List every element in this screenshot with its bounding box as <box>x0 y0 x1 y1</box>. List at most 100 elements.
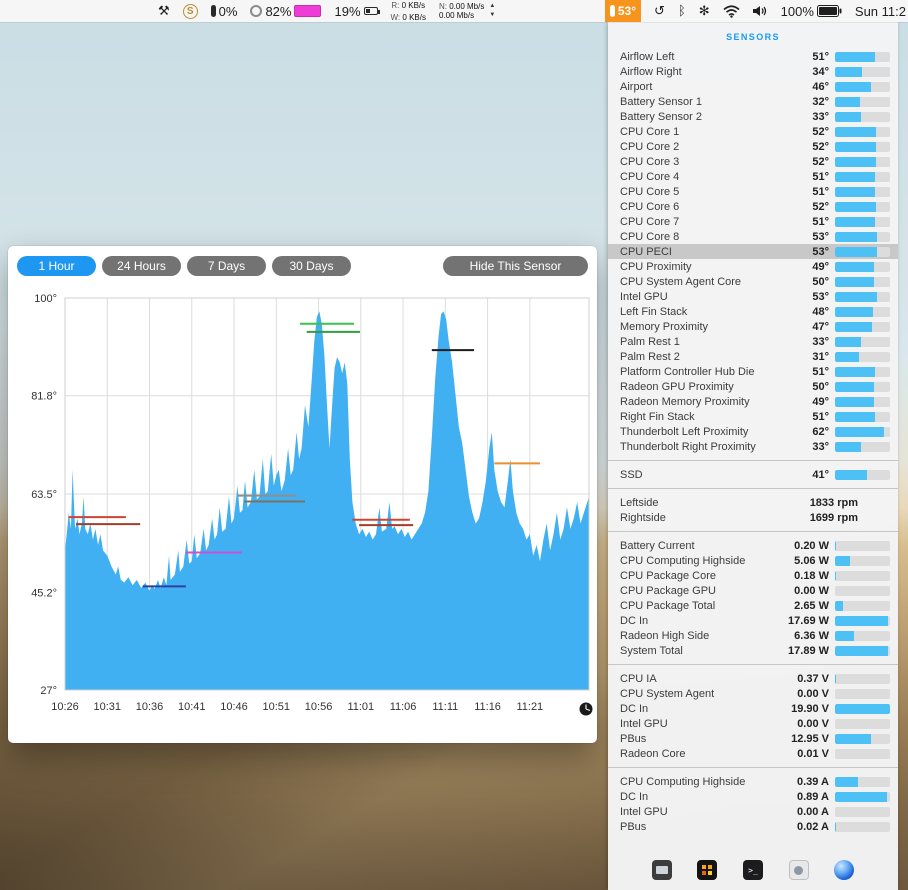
sensor-value: 0.20 W <box>794 540 829 552</box>
battery-menu-item[interactable]: 100% <box>781 0 842 22</box>
wifi-menu-item[interactable] <box>723 0 740 22</box>
sensor-label: DC In <box>620 615 788 627</box>
sensor-value: 53° <box>812 246 829 258</box>
sensor-bar <box>835 337 890 347</box>
sensor-row-cpu-core-2[interactable]: CPU Core 252° <box>608 139 898 154</box>
sensor-row-dc-in[interactable]: DC In17.69 W <box>608 613 898 628</box>
sensor-row-cpu-computing-highside[interactable]: CPU Computing Highside5.06 W <box>608 553 898 568</box>
sensor-row-cpu-core-3[interactable]: CPU Core 352° <box>608 154 898 169</box>
sensor-row-thunderbolt-left-proximity[interactable]: Thunderbolt Left Proximity62° <box>608 424 898 439</box>
sensor-row-cpu-core-5[interactable]: CPU Core 551° <box>608 184 898 199</box>
sensor-row-battery-sensor-1[interactable]: Battery Sensor 132° <box>608 94 898 109</box>
sensor-history-window: 100°81.8°63.5°45.2°27°10:2610:3110:3610:… <box>8 246 597 743</box>
disk-io-menu-item[interactable]: R: 0 KB/s W: 0 KB/s <box>391 0 426 22</box>
sensor-row-cpu-core-1[interactable]: CPU Core 152° <box>608 124 898 139</box>
sensor-value: 0.01 V <box>797 748 829 760</box>
sensor-row-palm-rest-1[interactable]: Palm Rest 133° <box>608 334 898 349</box>
retro-game-app-icon[interactable] <box>697 860 717 880</box>
cpu-usage-menu-item[interactable]: 0% <box>211 0 238 22</box>
sensor-row-memory-proximity[interactable]: Memory Proximity47° <box>608 319 898 334</box>
sensor-row-thunderbolt-right-proximity[interactable]: Thunderbolt Right Proximity33° <box>608 439 898 454</box>
sensor-label: CPU Package Core <box>620 570 794 582</box>
sensor-bar <box>835 719 890 729</box>
network-menu-item[interactable]: N: 0.00 Mb/s 0.00 Mb/s ▲ ▼ <box>439 0 495 22</box>
sensor-row-cpu-core-8[interactable]: CPU Core 853° <box>608 229 898 244</box>
utility-app-icon[interactable] <box>789 860 809 880</box>
sensor-bar <box>835 541 890 551</box>
second-battery-menu-item[interactable]: 19% <box>334 0 377 22</box>
hammer-icon[interactable]: ⚒ <box>158 0 170 22</box>
sensor-row-cpu-peci[interactable]: CPU PECI53° <box>608 244 898 259</box>
sensor-row-platform-controller-hub-die[interactable]: Platform Controller Hub Die51° <box>608 364 898 379</box>
sensor-bar <box>835 556 890 566</box>
sensor-label: Palm Rest 1 <box>620 336 812 348</box>
sensor-row-intel-gpu[interactable]: Intel GPU0.00 A <box>608 804 898 819</box>
sensor-bar <box>835 307 890 317</box>
browser-app-icon[interactable] <box>834 860 854 880</box>
range-button-24-hours[interactable]: 24 Hours <box>102 256 181 276</box>
hide-this-sensor-button[interactable]: Hide This Sensor <box>443 256 588 276</box>
sensor-row-cpu-core-6[interactable]: CPU Core 652° <box>608 199 898 214</box>
sensor-row-cpu-proximity[interactable]: CPU Proximity49° <box>608 259 898 274</box>
menu-bar-clock[interactable]: Sun 11:2 <box>855 0 906 22</box>
battery-gauge-menu-item[interactable]: 82% <box>250 0 321 22</box>
sensor-label: CPU IA <box>620 673 797 685</box>
sensor-row-dc-in[interactable]: DC In0.89 A <box>608 789 898 804</box>
range-button-30-days[interactable]: 30 Days <box>272 256 351 276</box>
sensor-row-intel-gpu[interactable]: Intel GPU0.00 V <box>608 716 898 731</box>
sensor-row-ssd[interactable]: SSD41° <box>608 467 898 482</box>
sensor-row-radeon-core[interactable]: Radeon Core0.01 V <box>608 746 898 761</box>
sensor-row-radeon-high-side[interactable]: Radeon High Side6.36 W <box>608 628 898 643</box>
sensor-label: Radeon Core <box>620 748 797 760</box>
sensor-row-cpu-package-gpu[interactable]: CPU Package GPU0.00 W <box>608 583 898 598</box>
sensor-row-radeon-gpu-proximity[interactable]: Radeon GPU Proximity50° <box>608 379 898 394</box>
sensor-row-leftside[interactable]: Leftside1833 rpm <box>608 495 898 510</box>
terminal-app-icon[interactable]: >_ <box>743 860 763 880</box>
sensor-row-airflow-right[interactable]: Airflow Right34° <box>608 64 898 79</box>
s-badge-menu-item[interactable]: S <box>183 0 198 22</box>
sensor-row-radeon-memory-proximity[interactable]: Radeon Memory Proximity49° <box>608 394 898 409</box>
menu-bar: ⚒ S 0% 82% 19% R: 0 KB/s W: 0 KB/s N <box>0 0 908 22</box>
sensor-value: 0.89 A <box>797 791 829 803</box>
sensor-row-cpu-core-7[interactable]: CPU Core 751° <box>608 214 898 229</box>
sensor-row-cpu-package-core[interactable]: CPU Package Core0.18 W <box>608 568 898 583</box>
volume-menu-item[interactable] <box>753 0 768 22</box>
range-button-7-days[interactable]: 7 Days <box>187 256 266 276</box>
sensor-row-rightside[interactable]: Rightside1699 rpm <box>608 510 898 525</box>
sensor-row-intel-gpu[interactable]: Intel GPU53° <box>608 289 898 304</box>
sensor-label: CPU Core 7 <box>620 216 812 228</box>
sensor-value: 51° <box>812 51 829 63</box>
fan-icon[interactable]: ✻ <box>699 0 710 22</box>
bluetooth-icon[interactable]: ᛒ <box>678 0 686 22</box>
sensor-row-airport[interactable]: Airport46° <box>608 79 898 94</box>
y-axis-label: 81.8° <box>31 391 57 403</box>
sensor-row-palm-rest-2[interactable]: Palm Rest 231° <box>608 349 898 364</box>
upload-arrow-icon: ▲ <box>489 2 495 11</box>
time-machine-icon[interactable]: ↺ <box>654 0 665 22</box>
sensor-value: 6.36 W <box>794 630 829 642</box>
sensor-row-dc-in[interactable]: DC In19.90 V <box>608 701 898 716</box>
range-button-1-hour[interactable]: 1 Hour <box>17 256 96 276</box>
sensor-row-cpu-package-total[interactable]: CPU Package Total2.65 W <box>608 598 898 613</box>
sensor-row-right-fin-stack[interactable]: Right Fin Stack51° <box>608 409 898 424</box>
sensor-row-cpu-system-agent-core[interactable]: CPU System Agent Core50° <box>608 274 898 289</box>
sensor-row-cpu-computing-highside[interactable]: CPU Computing Highside0.39 A <box>608 774 898 789</box>
sensor-row-cpu-core-4[interactable]: CPU Core 451° <box>608 169 898 184</box>
sensor-value: 52° <box>812 201 829 213</box>
sensor-row-system-total[interactable]: System Total17.89 W <box>608 643 898 658</box>
sensor-label: Airport <box>620 81 812 93</box>
sensor-row-battery-sensor-2[interactable]: Battery Sensor 233° <box>608 109 898 124</box>
sensor-row-airflow-left[interactable]: Airflow Left51° <box>608 49 898 64</box>
sensor-row-pbus[interactable]: PBus12.95 V <box>608 731 898 746</box>
sensor-row-cpu-ia[interactable]: CPU IA0.37 V <box>608 671 898 686</box>
section-divider <box>608 488 898 489</box>
sensor-label: CPU Core 4 <box>620 171 812 183</box>
display-app-icon[interactable] <box>652 860 672 880</box>
thermometer-icon <box>610 5 615 17</box>
sensor-row-battery-current[interactable]: Battery Current0.20 W <box>608 538 898 553</box>
sensor-value: 0.02 A <box>797 821 829 833</box>
sensor-row-pbus[interactable]: PBus0.02 A <box>608 819 898 834</box>
sensor-row-left-fin-stack[interactable]: Left Fin Stack48° <box>608 304 898 319</box>
sensor-row-cpu-system-agent[interactable]: CPU System Agent0.00 V <box>608 686 898 701</box>
sensor-temp-menu-item[interactable]: 53° <box>605 0 641 22</box>
